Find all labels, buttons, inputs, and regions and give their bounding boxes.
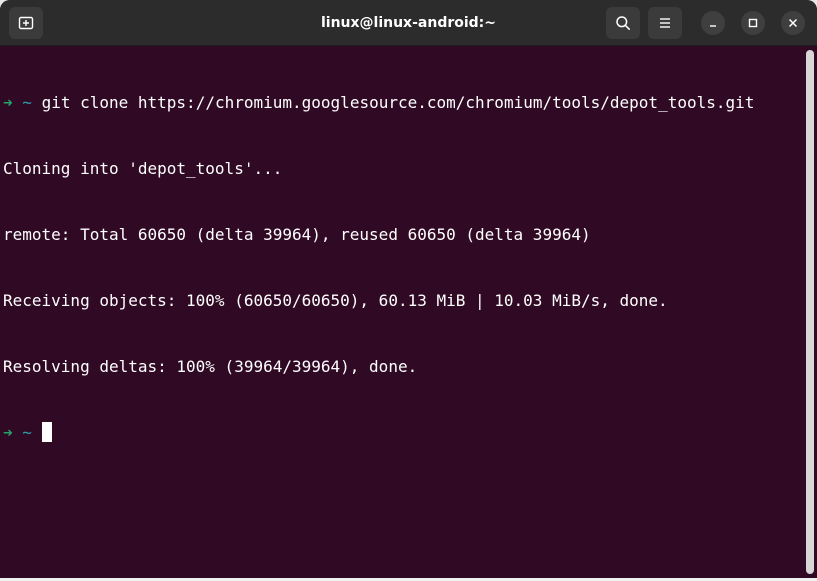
- output-line: Cloning into 'depot_tools'...: [3, 159, 283, 178]
- text-cursor: [41, 422, 52, 442]
- command-line: ➜ ~ git clone https://chromium.googlesou…: [3, 92, 805, 114]
- new-tab-icon: [18, 16, 34, 30]
- maximize-icon: [748, 18, 758, 28]
- terminal-output[interactable]: ➜ ~ git clone https://chromium.googlesou…: [0, 48, 805, 578]
- close-icon: [788, 18, 798, 28]
- window-title: linux@linux-android:~: [320, 15, 497, 31]
- title-bar: linux@linux-android:~: [0, 0, 817, 46]
- search-button[interactable]: [606, 7, 640, 39]
- new-tab-button[interactable]: [9, 7, 43, 39]
- menu-button[interactable]: [648, 7, 682, 39]
- search-icon: [616, 16, 630, 30]
- close-button[interactable]: [781, 11, 805, 35]
- command-text: git clone https://chromium.googlesource.…: [41, 93, 755, 112]
- minimize-icon: [710, 25, 716, 27]
- terminal-window: linux@linux-android:~ ➜ ~ git clone http…: [0, 0, 817, 578]
- output-line: Resolving deltas: 100% (39964/39964), do…: [3, 357, 418, 376]
- prompt-arrow: ➜: [3, 93, 13, 112]
- output-line: remote: Total 60650 (delta 39964), reuse…: [3, 225, 591, 244]
- output-line: Receiving objects: 100% (60650/60650), 6…: [3, 291, 668, 310]
- prompt-directory: ~: [22, 423, 32, 442]
- maximize-button[interactable]: [741, 11, 765, 35]
- hamburger-menu-icon: [660, 18, 670, 28]
- scrollbar[interactable]: [806, 50, 814, 574]
- prompt-line: ➜ ~: [3, 422, 805, 444]
- minimize-button[interactable]: [701, 11, 725, 35]
- prompt-directory: ~: [22, 93, 32, 112]
- prompt-arrow: ➜: [3, 423, 13, 442]
